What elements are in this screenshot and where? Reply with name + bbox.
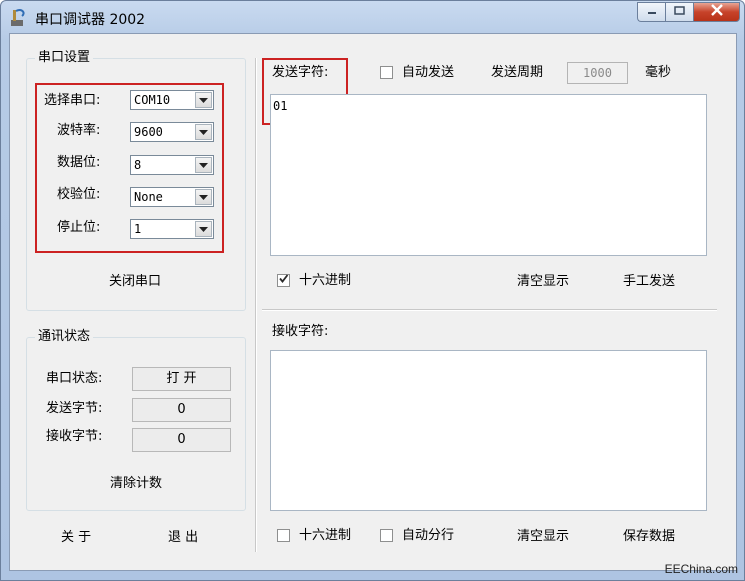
- minimize-button[interactable]: [637, 2, 665, 22]
- send-hex-label: 十六进制: [299, 273, 352, 288]
- send-hex-checkbox[interactable]: [277, 274, 290, 287]
- sent-bytes-label: 发送字节:: [46, 401, 103, 416]
- recv-bytes-label: 接收字节:: [46, 429, 103, 444]
- data-bits-select[interactable]: 8: [130, 155, 214, 175]
- minimize-icon: [647, 5, 657, 20]
- window-title: 串口调试器 2002: [35, 12, 146, 28]
- baud-rate-select[interactable]: 9600: [130, 122, 214, 142]
- close-icon: [710, 4, 724, 20]
- data-bits-value: 8: [134, 158, 142, 172]
- manual-send-button[interactable]: 手工发送: [623, 273, 675, 291]
- stop-bits-value: 1: [134, 222, 142, 236]
- recv-bytes-value: 0: [132, 428, 231, 452]
- close-port-button[interactable]: 关闭串口: [109, 273, 161, 291]
- port-status-label: 串口状态:: [46, 371, 103, 386]
- port-select-value: COM10: [134, 93, 171, 107]
- send-period-unit: 毫秒: [645, 65, 672, 80]
- send-clear-button[interactable]: 清空显示: [517, 273, 569, 291]
- data-bits-label: 数据位:: [57, 155, 101, 170]
- receive-textarea[interactable]: [270, 350, 707, 511]
- baud-rate-label: 波特率:: [57, 123, 101, 138]
- auto-wrap-checkbox[interactable]: [380, 529, 393, 542]
- port-status-value: 打 开: [132, 367, 231, 391]
- app-icon: [10, 7, 28, 27]
- sent-bytes-value: 0: [132, 398, 231, 422]
- parity-label: 校验位:: [57, 187, 101, 202]
- parity-select[interactable]: None: [130, 187, 214, 207]
- baud-rate-value: 9600: [134, 125, 163, 139]
- chevron-down-icon[interactable]: [195, 221, 212, 237]
- stop-bits-select[interactable]: 1: [130, 219, 214, 239]
- serial-settings-title: 串口设置: [35, 50, 94, 66]
- chevron-down-icon[interactable]: [195, 92, 212, 108]
- chevron-down-icon[interactable]: [195, 189, 212, 205]
- window-controls: [637, 2, 740, 22]
- chevron-down-icon[interactable]: [195, 124, 212, 140]
- title-bar[interactable]: 串口调试器 2002: [1, 1, 745, 33]
- app-window: 串口调试器 2002 串口设置 选择串口: COM10 波特率: 9600 数据…: [0, 0, 745, 581]
- port-select[interactable]: COM10: [130, 90, 214, 110]
- chevron-down-icon[interactable]: [195, 157, 212, 173]
- send-period-input[interactable]: 1000: [567, 62, 628, 84]
- maximize-icon: [673, 5, 686, 20]
- vertical-separator: [255, 58, 257, 552]
- client-area: 串口设置 选择串口: COM10 波特率: 9600 数据位: 8 校验位: N…: [9, 33, 737, 571]
- checkmark-icon: [278, 273, 289, 288]
- exit-button[interactable]: 退 出: [168, 529, 198, 547]
- auto-wrap-label: 自动分行: [402, 528, 455, 543]
- save-data-button[interactable]: 保存数据: [623, 528, 675, 546]
- send-period-label: 发送周期: [491, 65, 544, 80]
- port-select-label: 选择串口:: [44, 93, 101, 108]
- watermark: EEChina.com: [664, 562, 738, 576]
- receive-hex-checkbox[interactable]: [277, 529, 290, 542]
- auto-send-label: 自动发送: [402, 65, 455, 80]
- auto-send-checkbox[interactable]: [380, 66, 393, 79]
- maximize-button[interactable]: [665, 2, 693, 22]
- parity-value: None: [134, 190, 163, 204]
- clear-count-button[interactable]: 清除计数: [110, 475, 162, 493]
- receive-label: 接收字符:: [272, 324, 329, 339]
- about-button[interactable]: 关 于: [61, 529, 91, 547]
- comm-status-title: 通讯状态: [35, 329, 94, 345]
- receive-clear-button[interactable]: 清空显示: [517, 528, 569, 546]
- receive-hex-label: 十六进制: [299, 528, 352, 543]
- send-textarea[interactable]: 01: [270, 94, 707, 256]
- horizontal-separator: [262, 309, 717, 311]
- close-button[interactable]: [693, 2, 740, 22]
- stop-bits-label: 停止位:: [57, 220, 101, 235]
